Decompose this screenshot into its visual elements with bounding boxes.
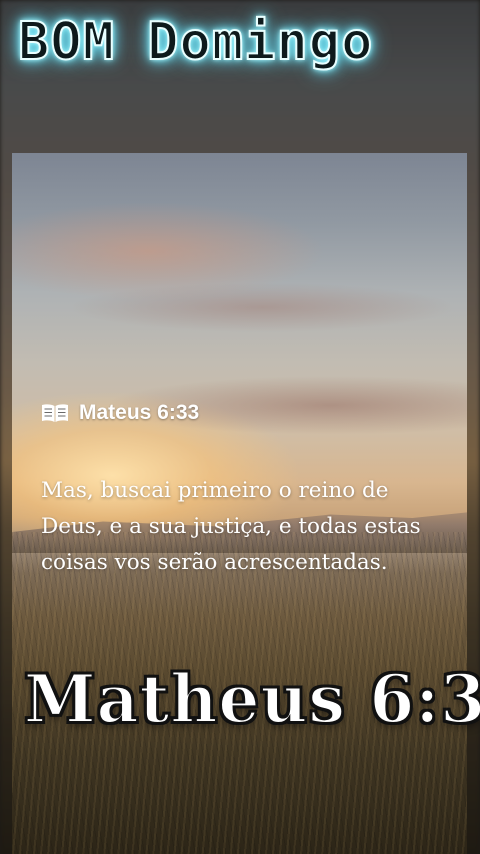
outlined-caption: Matheus 6:38: [23, 659, 480, 739]
open-book-icon: [41, 403, 69, 423]
verse-reference: Mateus 6:33: [79, 401, 200, 424]
neon-title: BOM Domingo: [17, 11, 374, 73]
verse-text: Mas, buscai primeiro o reino de Deus, e …: [41, 478, 421, 575]
screen: BOM Domingo Mateus 6:33 Mas, buscai prim…: [0, 0, 480, 854]
verse-reference-row: Mateus 6:33: [41, 401, 199, 425]
